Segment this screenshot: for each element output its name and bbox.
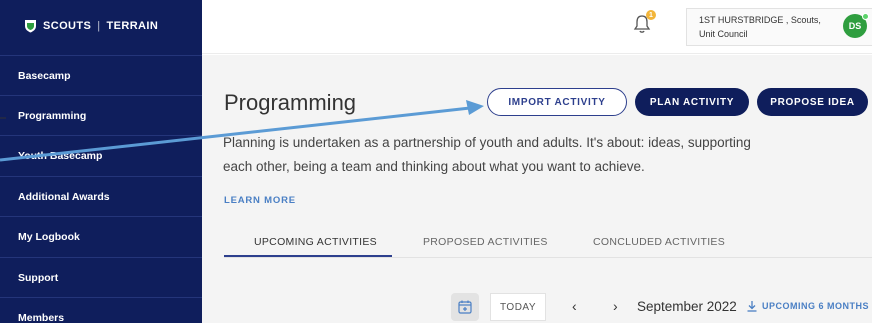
chevron-right-icon[interactable]: › (613, 298, 618, 314)
calendar-add-icon (458, 300, 472, 314)
upcoming-label: UPCOMING 6 MONTHS (762, 301, 870, 311)
upcoming-6-months-button[interactable]: UPCOMING 6 MONTHS (746, 300, 869, 312)
import-activity-button[interactable]: IMPORT ACTIVITY (487, 88, 627, 116)
sidebar: SCOUTS | TERRAIN Basecamp Programming Yo… (0, 0, 202, 323)
sidebar-item-label: Basecamp (18, 69, 71, 82)
page-title: Programming (224, 90, 357, 115)
tab-divider (224, 257, 872, 258)
notification-badge: 1 (646, 10, 656, 20)
brand-product: TERRAIN (106, 20, 159, 32)
page-description: Planning is undertaken as a partnership … (223, 135, 751, 174)
brand-divider: | (97, 20, 101, 32)
scouts-shield-icon (25, 20, 36, 33)
sidebar-item-label: Programming (18, 109, 87, 122)
sidebar-item-label: My Logbook (18, 230, 80, 243)
scouts-terrain-logo[interactable]: SCOUTS | TERRAIN (24, 16, 158, 36)
propose-idea-button[interactable]: PROPOSE IDEA (757, 88, 868, 116)
tab-proposed-activities[interactable]: PROPOSED ACTIVITIES (423, 236, 548, 248)
download-icon (747, 301, 757, 312)
sidebar-item-support[interactable]: Support (0, 257, 202, 297)
tab-concluded-activities[interactable]: CONCLUDED ACTIVITIES (593, 236, 725, 248)
chevron-left-icon[interactable]: ‹ (572, 298, 577, 314)
add-calendar-button[interactable] (451, 293, 479, 321)
brand-name: SCOUTS (43, 20, 92, 32)
sidebar-item-label: Youth Basecamp (18, 149, 103, 162)
sidebar-item-my-logbook[interactable]: My Logbook (0, 216, 202, 256)
tab-upcoming-activities[interactable]: UPCOMING ACTIVITIES (254, 236, 377, 248)
learn-more-link[interactable]: LEARN MORE (224, 195, 296, 206)
sidebar-item-programming[interactable]: Programming (0, 95, 202, 135)
user-unit-label: 1ST HURSTBRIDGE , Scouts, Unit Council (699, 15, 821, 39)
today-button[interactable]: TODAY (490, 293, 546, 321)
sidebar-item-additional-awards[interactable]: Additional Awards (0, 176, 202, 216)
sidebar-item-youth-basecamp[interactable]: Youth Basecamp (0, 135, 202, 175)
sidebar-item-label: Additional Awards (18, 190, 110, 203)
sidebar-item-label: Members (18, 311, 65, 323)
online-status-dot (862, 13, 869, 20)
sidebar-item-basecamp[interactable]: Basecamp (0, 55, 202, 95)
current-month-label: September 2022 (637, 299, 737, 314)
sidebar-item-members[interactable]: Members (0, 297, 202, 323)
plan-activity-button[interactable]: PLAN ACTIVITY (635, 88, 749, 116)
sidebar-item-label: Support (18, 271, 59, 284)
